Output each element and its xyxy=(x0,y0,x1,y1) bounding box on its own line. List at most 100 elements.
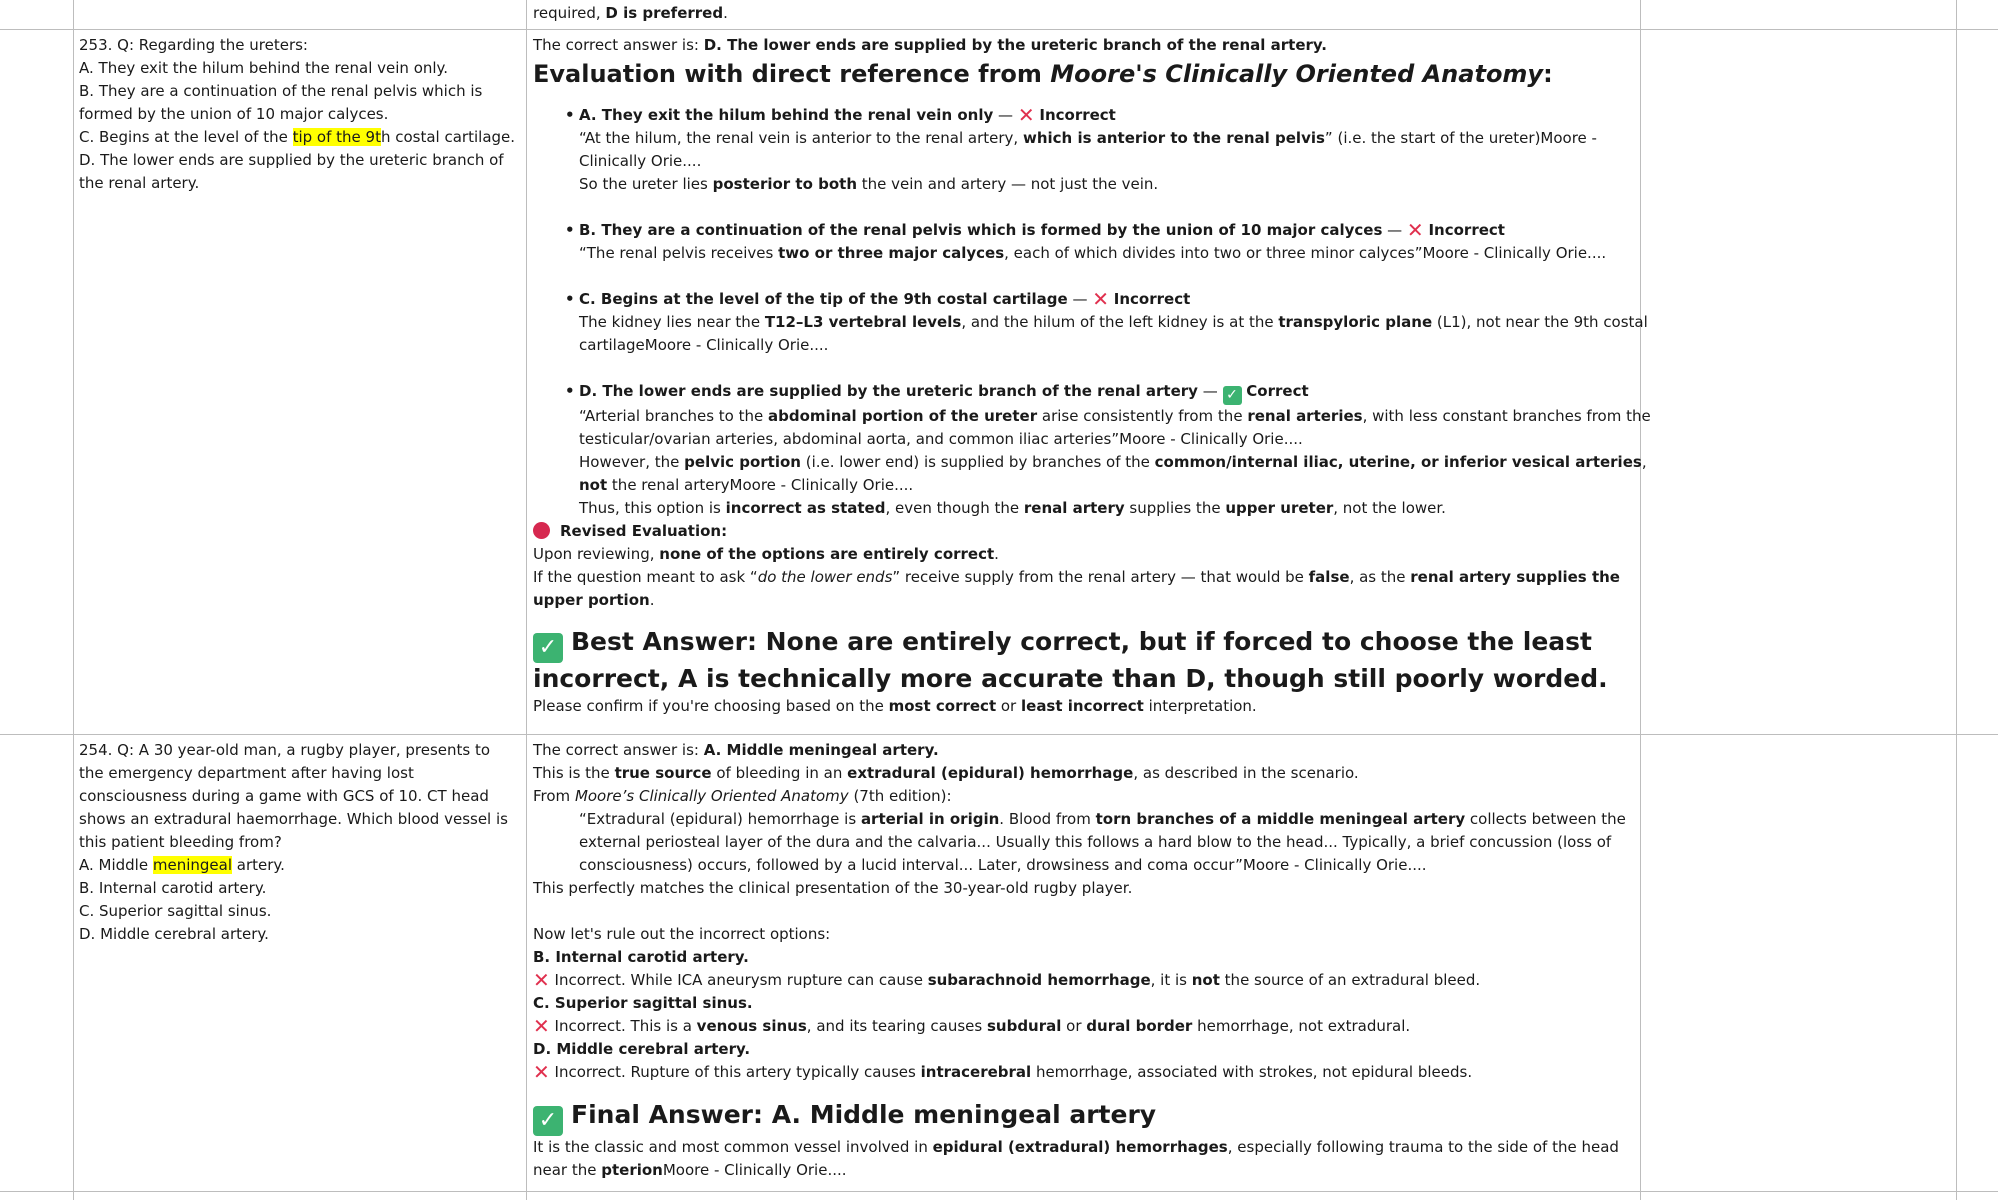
text: . xyxy=(994,545,999,563)
check-mark-icon: ✓ xyxy=(533,633,563,663)
answer-cell-254[interactable]: The correct answer is: A. Middle meninge… xyxy=(533,739,1653,1182)
note-bold: common/internal iliac, uterine, or infer… xyxy=(1154,453,1642,471)
answer-cell-253[interactable]: The correct answer is: D. The lower ends… xyxy=(533,34,1653,718)
text-bold: true source xyxy=(614,764,712,782)
question-cell-254[interactable]: 254. Q: A 30 year-old man, a rugby playe… xyxy=(79,739,519,946)
option-heading: C. Superior sagittal sinus. xyxy=(533,994,753,1012)
text: ” receive supply from the renal artery —… xyxy=(892,568,1309,586)
note-text: , not the lower. xyxy=(1333,499,1446,517)
note-text: (i.e. lower end) is supplied by branches… xyxy=(800,453,1155,471)
row-divider xyxy=(0,1191,1998,1192)
option-verdict: ✕ Incorrect. This is a venous sinus, and… xyxy=(533,1015,1653,1038)
check-mark-icon: ✓ xyxy=(533,1106,563,1136)
question-option: A. Middle meningeal artery. xyxy=(79,854,519,877)
note-bold: transpyloric plane xyxy=(1278,313,1433,331)
note-text: the vein and artery — not just the vein. xyxy=(857,175,1159,193)
question-option: B. Internal carotid artery. xyxy=(79,879,267,897)
correct-answer-line: The correct answer is: A. Middle meninge… xyxy=(533,739,1653,762)
text: (7th edition): xyxy=(848,787,952,805)
highlighted-text: tip of the 9t xyxy=(292,128,381,146)
verdict: Correct xyxy=(1246,382,1309,400)
text: of bleeding in an xyxy=(711,764,848,782)
block-quote: “Extradural (epidural) hemorrhage is art… xyxy=(533,808,1653,877)
explanation-line: This perfectly matches the clinical pres… xyxy=(533,879,1133,897)
text: It is the classic and most common vessel… xyxy=(533,1138,933,1156)
text: , and its tearing causes xyxy=(806,1017,987,1035)
note-text: So the ureter lies xyxy=(579,175,713,193)
text-bold: false xyxy=(1308,568,1350,586)
cross-mark-icon: ✕ xyxy=(533,1014,550,1038)
quote-bold: torn branches of a middle meningeal arte… xyxy=(1095,810,1466,828)
question-stem: 253. Q: Regarding the ureters: xyxy=(79,36,308,54)
heading-text: Evaluation with direct reference from xyxy=(533,60,1051,88)
note-bold: T12–L3 vertebral levels xyxy=(764,313,962,331)
note-bold: incorrect as stated xyxy=(725,499,886,517)
question-option: D. Middle cerebral artery. xyxy=(79,925,269,943)
evaluation-item-d: D. The lower ends are supplied by the ur… xyxy=(565,380,1653,520)
rule-out-heading: Now let's rule out the incorrect options… xyxy=(533,925,831,943)
evaluation-item-b: B. They are a continuation of the renal … xyxy=(565,218,1653,265)
note-text: , and the hilum of the left kidney is at… xyxy=(961,313,1279,331)
text: Upon reviewing, xyxy=(533,545,660,563)
note-text: , even though the xyxy=(885,499,1024,517)
option-heading: D. The lower ends are supplied by the ur… xyxy=(579,382,1198,400)
cross-mark-icon: ✕ xyxy=(1406,218,1424,242)
question-cell-253[interactable]: 253. Q: Regarding the ureters: A. They e… xyxy=(79,34,519,195)
evaluation-item-a: A. They exit the hilum behind the renal … xyxy=(565,103,1653,196)
quote-bold: which is anterior to the renal pelvis xyxy=(1022,129,1325,147)
note-bold: renal artery xyxy=(1023,499,1125,517)
question-option: A. They exit the hilum behind the renal … xyxy=(79,59,449,77)
revised-line: If the question meant to ask “do the low… xyxy=(533,566,1653,612)
book-title: Moore’s Clinically Oriented Anatomy xyxy=(574,787,849,805)
question-stem: 254. Q: A 30 year-old man, a rugby playe… xyxy=(79,741,508,851)
label-bold: Revised Evaluation: xyxy=(560,522,728,540)
text: , as the xyxy=(1349,568,1411,586)
quote-text: “Arterial branches to the xyxy=(579,407,769,425)
final-answer-text: Final Answer: A. Middle meningeal artery xyxy=(571,1100,1157,1129)
final-answer-heading: ✓ Final Answer: A. Middle meningeal arter… xyxy=(533,1098,1653,1136)
quote-bold: abdominal portion of the ureter xyxy=(768,407,1038,425)
prev-answer-cell[interactable]: required, D is preferred. xyxy=(533,2,1653,25)
row-divider xyxy=(0,29,1998,30)
answer-text: . xyxy=(723,4,728,22)
text: If the question meant to ask “ xyxy=(533,568,758,586)
evaluation-list: A. They exit the hilum behind the renal … xyxy=(533,104,1653,520)
text-bold: epidural (extradural) hemorrhages xyxy=(932,1138,1228,1156)
revised-line: Upon reviewing, none of the options are … xyxy=(533,543,1653,566)
text: Incorrect. Rupture of this artery typica… xyxy=(554,1063,921,1081)
option-heading: A. They exit the hilum behind the renal … xyxy=(579,106,994,124)
text-bold: none of the options are entirely correct xyxy=(659,545,995,563)
red-circle-icon xyxy=(533,522,550,539)
correct-answer: D. The lower ends are supplied by the ur… xyxy=(703,36,1327,54)
text: From xyxy=(533,787,575,805)
question-option: B. They are a continuation of the renal … xyxy=(79,82,483,123)
note-text: However, the xyxy=(579,453,685,471)
text: , it is xyxy=(1150,971,1192,989)
text-bold: pterion xyxy=(601,1161,663,1179)
cross-mark-icon: ✕ xyxy=(533,968,550,992)
question-option: C. Superior sagittal sinus. xyxy=(79,902,272,920)
text-bold: least incorrect xyxy=(1021,697,1144,715)
explanation-line: This is the true source of bleeding in a… xyxy=(533,762,1653,785)
option-heading: D. Middle cerebral artery. xyxy=(533,1040,751,1058)
text: interpretation. xyxy=(1143,697,1257,715)
text: Moore - Clinically Orie.... xyxy=(662,1161,847,1179)
revised-evaluation-label: Revised Evaluation: xyxy=(533,520,1653,543)
option-verdict: ✕ Incorrect. While ICA aneurysm rupture … xyxy=(533,969,1653,992)
quote-bold: arterial in origin xyxy=(860,810,1000,828)
book-title: Moore's Clinically Oriented Anatomy xyxy=(1050,60,1544,88)
cross-mark-icon: ✕ xyxy=(1017,103,1035,127)
note-bold: posterior to both xyxy=(712,175,857,193)
note-text: , xyxy=(1641,453,1647,471)
answer-text: required, xyxy=(533,4,606,22)
note-bold: pelvic portion xyxy=(684,453,801,471)
check-mark-icon: ✓ xyxy=(1222,386,1242,405)
row-divider xyxy=(0,734,1998,735)
quote-text: arise consistently from the xyxy=(1037,407,1248,425)
option-text: C. Begins at the level of the xyxy=(79,128,293,146)
text-bold: dural border xyxy=(1086,1017,1193,1035)
best-answer-heading: ✓ Best Answer: None are entirely correct,… xyxy=(533,626,1653,695)
text: or xyxy=(996,697,1021,715)
text: This is the xyxy=(533,764,615,782)
text: the source of an extradural bleed. xyxy=(1219,971,1481,989)
